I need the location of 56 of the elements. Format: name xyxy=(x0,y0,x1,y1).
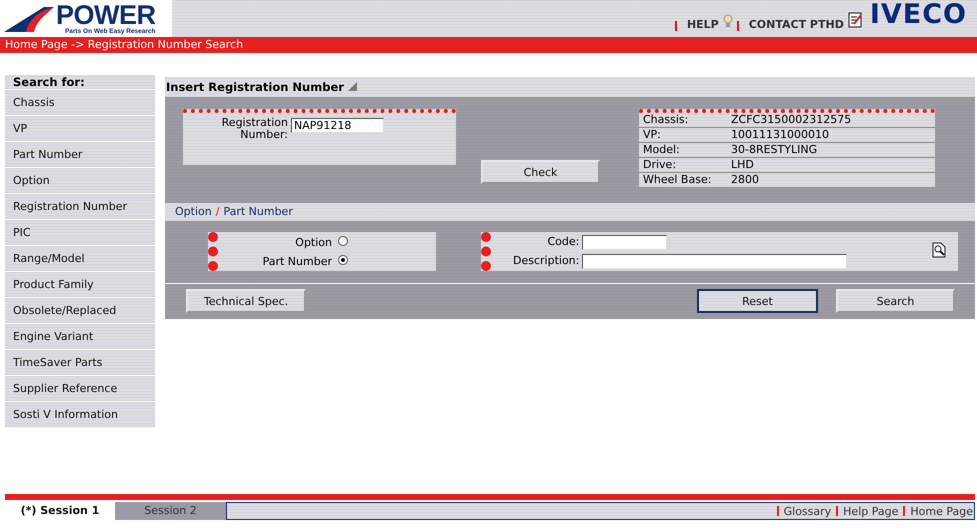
sidebar-item[interactable]: Engine Variant xyxy=(5,324,155,350)
registration-field[interactable]: NAP91218 xyxy=(291,118,384,133)
field-label: Code: xyxy=(546,234,580,250)
notepad-icon[interactable] xyxy=(848,12,862,28)
lightbulb-icon xyxy=(722,14,733,28)
tab-label: Option xyxy=(175,204,212,220)
info-value: 10011131000010 xyxy=(731,128,829,142)
sidebar-item[interactable]: Range/Model xyxy=(5,246,155,272)
info-value: ZCFC3150002312575 xyxy=(731,113,852,127)
sidebar-title: Search for: xyxy=(5,75,155,90)
sidebar-item[interactable]: Obsolete/Replaced xyxy=(5,298,155,324)
info-value: 30-8RESTYLING xyxy=(731,143,818,157)
info-label: Model: xyxy=(642,143,681,157)
header-link[interactable]: HELP xyxy=(686,18,719,31)
section-title: Insert Registration Number xyxy=(166,79,344,96)
sidebar-item[interactable]: Chassis xyxy=(5,90,155,116)
document-search-icon[interactable] xyxy=(932,242,946,258)
brand-logo: IVECO xyxy=(868,0,968,32)
info-label: Chassis: xyxy=(642,113,690,127)
info-value: 2800 xyxy=(731,173,759,187)
check-button[interactable]: Check xyxy=(481,160,600,184)
sidebar-item[interactable]: Option xyxy=(5,168,155,194)
logo-title: POWER xyxy=(56,2,156,28)
radio-button[interactable] xyxy=(338,254,348,264)
sidebar-item[interactable]: Part Number xyxy=(5,142,155,168)
reset-button[interactable]: Reset xyxy=(697,289,818,313)
tab-label: Part Number xyxy=(223,204,293,220)
sidebar-item[interactable]: Sosti V Information xyxy=(5,402,155,428)
code-field[interactable] xyxy=(582,234,668,250)
radio-label: Part Number xyxy=(262,254,332,268)
sidebar-item[interactable]: PIC xyxy=(5,220,155,246)
technical-spec-button[interactable]: Technical Spec. xyxy=(186,289,306,313)
sidebar-item[interactable]: Supplier Reference xyxy=(5,376,155,402)
radio-button[interactable] xyxy=(338,236,348,246)
description-field[interactable] xyxy=(582,254,848,268)
sidebar-item[interactable]: Product Family xyxy=(5,272,155,298)
info-value: LHD xyxy=(731,158,754,172)
separator: / xyxy=(216,204,220,220)
footer-link[interactable]: Home Page xyxy=(910,504,973,518)
sidebar-item[interactable]: Registration Number xyxy=(5,194,155,220)
footer-link[interactable]: Glossary xyxy=(784,504,832,518)
sidebar-item[interactable]: VP xyxy=(5,116,155,142)
breadcrumb: Home Page -> Registration Number Search xyxy=(5,38,244,51)
session-tab[interactable]: Session 2 xyxy=(115,502,226,520)
header-link[interactable]: CONTACT PTHD xyxy=(748,18,844,31)
info-label: Wheel Base: xyxy=(642,173,712,187)
footer-link[interactable]: Help Page xyxy=(843,504,898,518)
info-label: Drive: xyxy=(642,158,678,172)
info-label: VP: xyxy=(642,128,662,142)
field-label: Registration Number: xyxy=(220,117,288,143)
field-label: Description: xyxy=(513,254,580,268)
triangle-icon xyxy=(348,82,357,91)
radio-label: Option xyxy=(295,236,332,248)
search-button[interactable]: Search xyxy=(836,289,955,313)
sidebar-item[interactable]: TimeSaver Parts xyxy=(5,350,155,376)
swoosh-logo-icon xyxy=(4,4,54,32)
